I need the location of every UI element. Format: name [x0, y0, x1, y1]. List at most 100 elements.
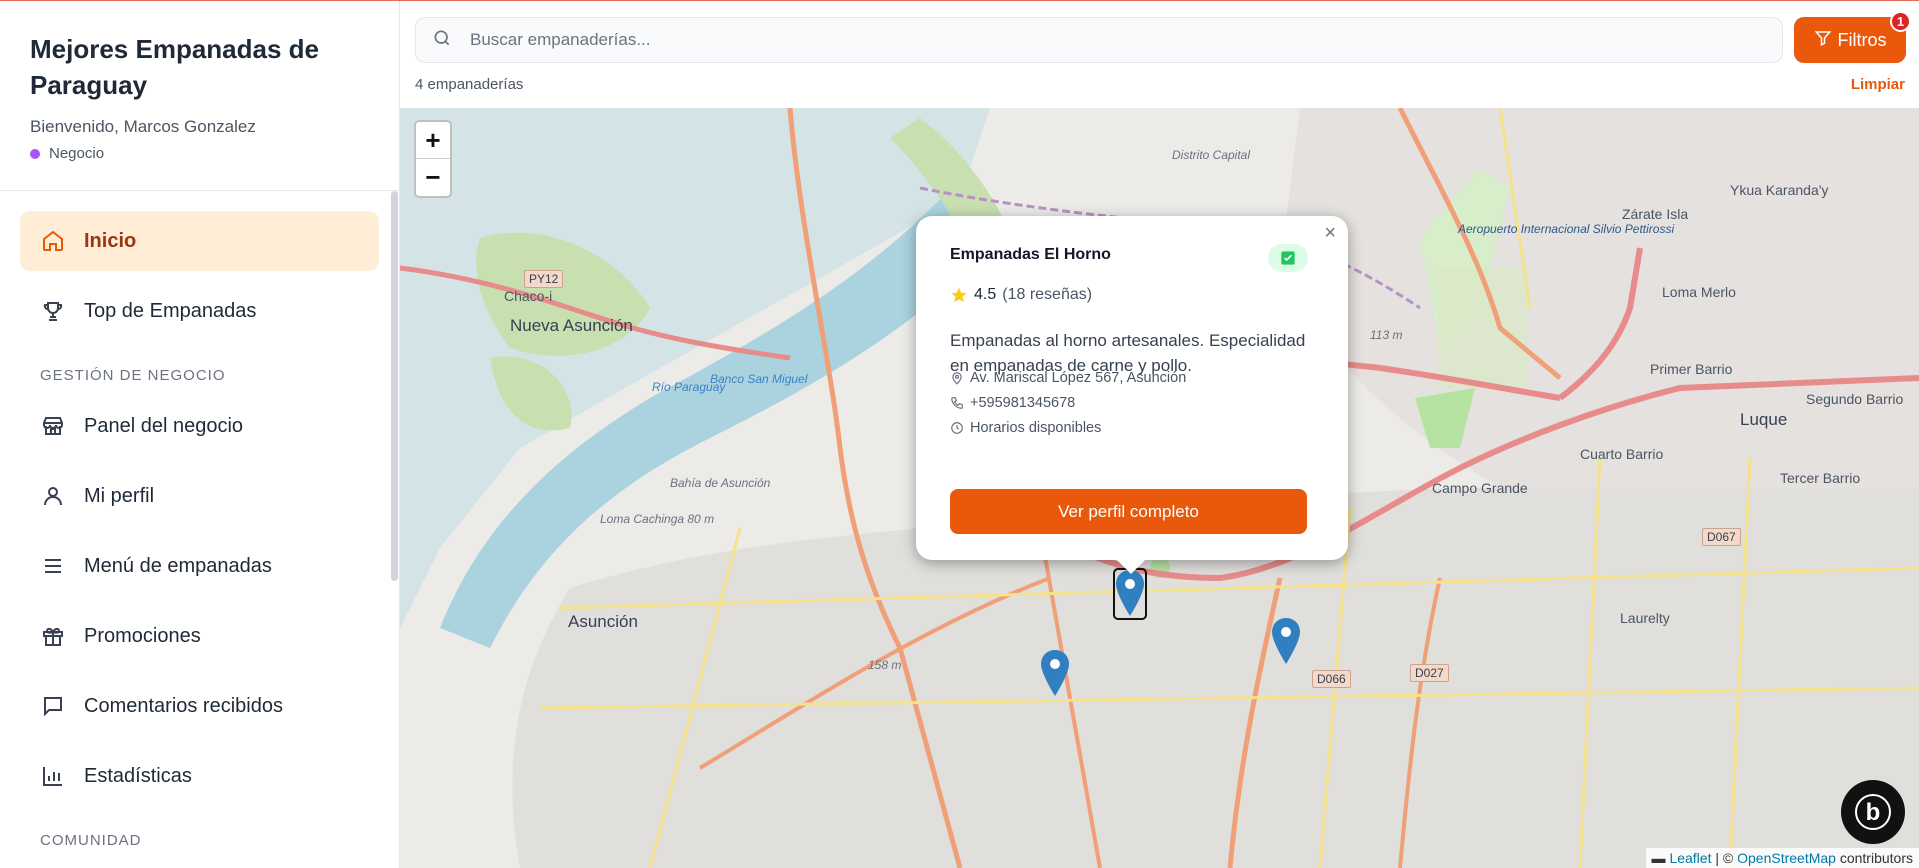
osm-link[interactable]: OpenStreetMap: [1737, 850, 1836, 866]
map-label: Zárate Isla: [1622, 206, 1689, 222]
search-input[interactable]: [468, 29, 1668, 51]
filters-button[interactable]: Filtros: [1794, 17, 1906, 63]
view-profile-button[interactable]: Ver perfil completo: [950, 489, 1307, 534]
map-label: Laurelty: [1620, 610, 1670, 626]
check-icon: [1281, 251, 1295, 265]
gift-icon: [40, 623, 66, 649]
map-pin-icon: [1041, 650, 1069, 696]
sidebar-item-top-empanadas[interactable]: Top de Empanadas: [20, 281, 379, 341]
map-pin-outline-icon: [952, 372, 962, 385]
filters-count-badge: 1: [1890, 11, 1911, 32]
attribution-separator: | ©: [1711, 850, 1738, 866]
road-shield: D027: [1410, 664, 1449, 682]
popup-hours-row: Horarios disponibles: [950, 420, 1101, 436]
sidebar-item-label: Promociones: [84, 624, 201, 647]
sidebar-item-label: Estadísticas: [84, 764, 192, 787]
sidebar-scrollbar[interactable]: [391, 191, 398, 581]
star-icon: [951, 287, 967, 303]
chart-icon: [40, 763, 66, 789]
zoom-control: + −: [414, 120, 452, 198]
map-label: Distrito Capital: [1172, 148, 1251, 162]
popup-phone: +595981345678: [970, 395, 1076, 411]
phone-icon: [951, 397, 963, 409]
sidebar-item-panel[interactable]: Panel del negocio: [20, 396, 379, 456]
comment-icon: [40, 693, 66, 719]
map-pin-icon: [1116, 570, 1144, 616]
map-label: Asunción: [568, 612, 638, 631]
map-label: Cuarto Barrio: [1580, 446, 1664, 462]
filter-icon: [1814, 29, 1832, 52]
map-pin-icon: [1272, 618, 1300, 664]
sidebar-item-inicio[interactable]: Inicio: [20, 211, 379, 271]
marker-popup: × Empanadas El Horno 4.5 (18 reseñas) Em…: [916, 216, 1348, 574]
popup-hours: Horarios disponibles: [970, 420, 1102, 436]
role-dot-icon: [30, 148, 40, 159]
trophy-icon: [40, 298, 66, 324]
attribution-suffix: contributors: [1835, 850, 1913, 866]
sidebar-item-label: Mi perfil: [84, 484, 155, 507]
home-icon: [40, 228, 66, 254]
sidebar-item-label: Menú de empanadas: [84, 554, 272, 577]
sidebar-item-estadisticas[interactable]: Estadísticas: [20, 746, 379, 806]
svg-text:b: b: [1866, 799, 1881, 826]
sidebar: Mejores Empanadas de Paraguay Bienvenido…: [0, 1, 400, 868]
map-attribution: ▬ Leaflet | © OpenStreetMap contributors: [1645, 848, 1919, 868]
road-shield: D066: [1312, 670, 1351, 688]
map-label: 113 m: [1370, 328, 1403, 342]
sidebar-item-menu[interactable]: Menú de empanadas: [20, 536, 379, 596]
map-label: Campo Grande: [1432, 480, 1528, 496]
ukraine-flag-icon: ▬: [1651, 850, 1666, 866]
map-marker[interactable]: [1040, 650, 1070, 698]
results-count: 4 empanaderías: [415, 76, 524, 93]
bolt-badge-icon[interactable]: b: [1841, 780, 1905, 844]
search-icon: [432, 28, 452, 53]
verified-badge: [1268, 244, 1308, 272]
brand-header: Mejores Empanadas de Paraguay Bienvenido…: [0, 1, 399, 191]
popup-close-button[interactable]: ×: [1324, 222, 1336, 245]
map-label: Loma Merlo: [1662, 284, 1736, 300]
map-label: Segundo Barrio: [1806, 391, 1904, 407]
sidebar-item-perfil[interactable]: Mi perfil: [20, 466, 379, 526]
popup-address-row: Av. Mariscal López 567, Asunción: [950, 370, 1186, 386]
bolt-logo-icon: b: [1855, 794, 1891, 830]
map-label: Nueva Asunción: [510, 316, 633, 335]
popup-address: Av. Mariscal López 567, Asunción: [970, 370, 1187, 386]
sidebar-item-comentarios[interactable]: Comentarios recibidos: [20, 676, 379, 736]
map-label: Ykua Karanda'y: [1730, 182, 1829, 198]
welcome-text: Bienvenido, Marcos Gonzalez: [30, 117, 256, 136]
role-badge: Negocio: [30, 145, 369, 162]
map-label: Primer Barrio: [1650, 361, 1733, 377]
sidebar-item-promociones[interactable]: Promociones: [20, 606, 379, 666]
zoom-out-button[interactable]: −: [416, 159, 450, 196]
map-label: 158 m: [868, 658, 902, 672]
road-shield: D067: [1702, 528, 1741, 546]
store-icon: [40, 413, 66, 439]
map-label: Loma Cachinga 80 m: [600, 512, 715, 526]
sidebar-item-label: Top de Empanadas: [84, 299, 257, 322]
leaflet-link[interactable]: Leaflet: [1669, 850, 1711, 866]
map-label: Aeropuerto Internacional Silvio Pettiros…: [1458, 222, 1675, 236]
rating-value: 4.5: [974, 286, 997, 303]
zoom-in-button[interactable]: +: [416, 122, 450, 159]
section-heading-community: COMUNIDAD: [40, 832, 142, 849]
map-label: Banco San Miguel: [710, 372, 808, 386]
section-heading-business: GESTIÓN DE NEGOCIO: [40, 367, 226, 384]
road-shield: PY12: [524, 270, 564, 288]
map-marker[interactable]: [1271, 618, 1301, 666]
filters-label: Filtros: [1837, 29, 1887, 50]
map-label: Chaco-i: [504, 288, 553, 304]
popup-phone-row: +595981345678: [950, 395, 1075, 411]
sidebar-nav: Inicio Top de Empanadas GESTIÓN DE NEGOC…: [0, 191, 399, 861]
sidebar-item-label: Panel del negocio: [84, 414, 244, 437]
app-title: Mejores Empanadas de Paraguay: [30, 34, 319, 100]
popup-rating: 4.5 (18 reseñas): [950, 286, 1092, 304]
search-box[interactable]: [415, 17, 1783, 63]
top-bar: Filtros 1 4 empanaderías Limpiar: [400, 1, 1919, 109]
map-marker-selected[interactable]: [1113, 568, 1147, 620]
map-label: Luque: [1740, 410, 1788, 429]
clear-filters-link[interactable]: Limpiar: [1851, 76, 1905, 93]
sidebar-item-label: Inicio: [84, 229, 137, 252]
map-label: Bahía de Asunción: [670, 476, 771, 490]
sidebar-item-label: Comentarios recibidos: [84, 694, 283, 717]
role-label: Negocio: [49, 145, 105, 162]
